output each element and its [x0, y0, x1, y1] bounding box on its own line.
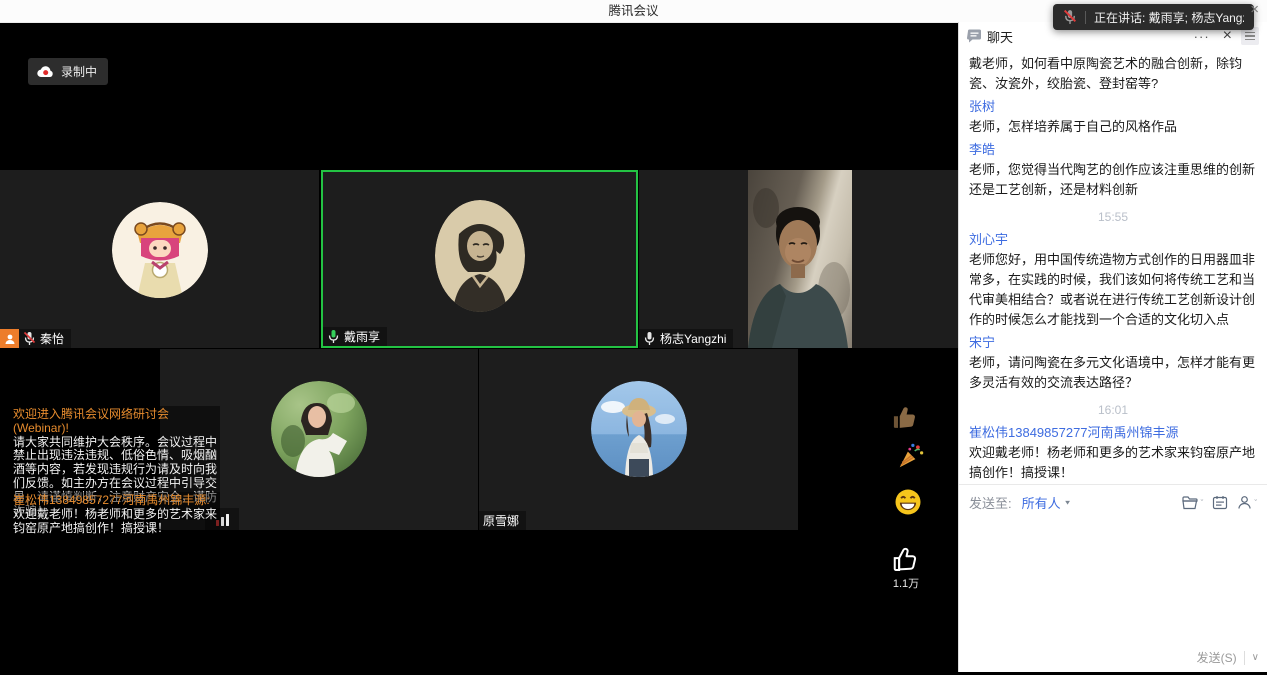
participant-label-daiyuxiang: 戴雨享 — [323, 327, 387, 346]
participant-label-qinyi: 秦怡 — [19, 329, 71, 348]
video-tile-yangzhi[interactable]: 杨志Yangzhi — [639, 170, 958, 348]
speaking-toast-text: 正在讲话: 戴雨享; 杨志Yangzhi... — [1094, 9, 1244, 26]
send-to-bar: 发送至: 所有人 ▼ ˇ — [959, 484, 1267, 520]
cloud-record-icon — [37, 65, 54, 78]
bullet-chat-overlay: 崔松伟13849857277河南禹州锦丰源: 欢迎戴老师！杨老师和更多的艺术家来… — [10, 492, 220, 537]
send-to-label: 发送至: — [969, 493, 1012, 512]
participant-label-yuanxuena: 原雪娜 — [479, 511, 526, 530]
participant-name: 秦怡 — [40, 330, 64, 347]
chat-sender-name: 宋宁 — [969, 333, 1257, 353]
avatar-yuanxuena — [591, 381, 687, 477]
chat-sender-name: 崔松伟13849857277河南禹州锦丰源 — [969, 423, 1257, 443]
chat-sender-name: 李皓 — [969, 140, 1257, 160]
chat-message-list[interactable]: 戴老师，如何看中原陶瓷艺术的融合创新，除钧瓷、汝瓷外，绞胎瓷、登封窑等?张树老师… — [959, 50, 1267, 480]
chat-message-text: 欢迎戴老师！杨老师和更多的艺术家来钧窑原产地搞创作！搞授课！ — [969, 443, 1257, 480]
bullet-chat-text: 欢迎戴老师！杨老师和更多的艺术家来钧窑原产地搞创作！搞授课！ — [13, 507, 217, 535]
screenshot-folder-icon[interactable]: ˇ — [1182, 495, 1204, 510]
chat-message-text: 老师您好，用中国传统造物方式创作的日用器皿非常多，在实践的时候，我们该如何将传统… — [969, 250, 1257, 330]
mic-muted-icon — [23, 331, 36, 346]
avatar-woman-foliage — [271, 381, 367, 477]
send-row: 发送(S) ∨ — [1197, 649, 1259, 666]
chevron-down-icon: ▼ — [1064, 499, 1072, 506]
chat-timestamp: 16:01 — [969, 400, 1257, 420]
participant-name: 戴雨享 — [344, 328, 380, 345]
video-tile-daiyuxiang[interactable]: 戴雨享 — [321, 170, 638, 348]
chat-message-text: 老师，请问陶瓷在多元文化语境中，怎样才能有更多灵活有效的交流表达路径？ — [969, 353, 1257, 393]
chevron-down-icon: ˇ — [1254, 499, 1257, 506]
chat-sender-name: 刘心宇 — [969, 230, 1257, 250]
chat-input[interactable] — [959, 520, 1267, 660]
chat-more-button[interactable]: ··· — [1194, 29, 1210, 44]
send-button[interactable]: 发送(S) — [1197, 649, 1237, 666]
mic-active-icon — [327, 329, 340, 344]
bullet-chat-sender: 崔松伟13849857277河南禹州锦丰源: — [13, 493, 210, 507]
chat-panel: 聊天 ··· × 戴老师，如何看中原陶瓷艺术的融合创新，除钧瓷、汝瓷外，绞胎瓷、… — [958, 22, 1267, 672]
recording-indicator[interactable]: 录制中 — [28, 58, 108, 85]
speaking-toast: 正在讲话: 戴雨享; 杨志Yangzhi... — [1053, 4, 1254, 30]
chat-panel-title: 聊天 — [987, 27, 1013, 46]
participant-name: 原雪娜 — [483, 512, 519, 529]
video-stage: 录制中 — [0, 22, 958, 675]
window-close-button[interactable]: × — [1250, 0, 1259, 20]
party-popper-emoji — [896, 441, 926, 471]
host-badge-icon — [0, 329, 19, 348]
mic-on-icon — [643, 331, 656, 346]
avatar-qinyi — [112, 202, 208, 298]
chat-message-text: 老师，怎样培养属于自己的风格作品 — [969, 117, 1257, 137]
video-tile-yuanxuena[interactable]: 原雪娜 — [479, 349, 798, 530]
video-tile-qinyi[interactable]: 秦怡 — [0, 170, 319, 348]
chat-message-text: 老师，您觉得当代陶艺的创作应该注重思维的创新还是工艺创新，还是材料创新 — [969, 160, 1257, 200]
grinning-face-emoji — [893, 487, 923, 517]
send-to-value: 所有人 — [1022, 493, 1061, 512]
chevron-down-icon: ˇ — [1201, 499, 1204, 506]
participant-name: 杨志Yangzhi — [660, 330, 726, 347]
chat-message-text: 戴老师，如何看中原陶瓷艺术的融合创新，除钧瓷、汝瓷外，绞胎瓷、登封窑等? — [969, 54, 1257, 94]
mic-muted-red-icon — [1063, 9, 1077, 25]
recording-label: 录制中 — [61, 63, 97, 80]
video-feed-yangzhi — [748, 170, 852, 348]
participant-label-yangzhi: 杨志Yangzhi — [639, 329, 733, 348]
chat-close-button[interactable]: × — [1223, 29, 1232, 43]
announcement-icon[interactable] — [1212, 495, 1228, 510]
webinar-notice-title: 欢迎进入腾讯会议网络研讨会(Webinar)! — [13, 408, 217, 436]
chat-timestamp: 15:55 — [969, 207, 1257, 227]
like-button[interactable] — [891, 545, 921, 575]
like-count: 1.1万 — [878, 575, 934, 591]
chat-bubble-icon — [967, 29, 982, 43]
thumbs-up-emoji — [891, 404, 919, 432]
avatar-daiyuxiang — [435, 200, 525, 312]
chat-sender-name: 张树 — [969, 97, 1257, 117]
send-options-chevron-icon[interactable]: ∨ — [1252, 652, 1259, 663]
member-list-icon[interactable]: ˇ — [1237, 495, 1257, 510]
send-to-selector[interactable]: 所有人 ▼ — [1022, 493, 1072, 512]
